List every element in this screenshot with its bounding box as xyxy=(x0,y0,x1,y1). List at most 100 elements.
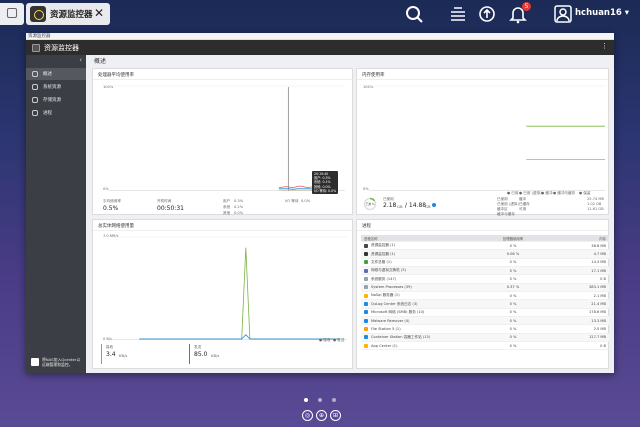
table-row[interactable]: QuLog Center 系统日志 (3) 0 % 21.4 MB xyxy=(361,300,609,309)
process-name: 文件总管 (1) xyxy=(371,259,392,264)
legend-item[interactable]: ● 缓冲与缓存 xyxy=(553,191,575,196)
divider xyxy=(357,79,608,80)
tab-close-button[interactable]: ✕ xyxy=(94,6,104,20)
app-tab-resource-monitor[interactable]: 资源监控器 ✕ xyxy=(26,3,110,25)
stat-io-wait-value: 0.0% xyxy=(301,199,311,203)
network-line-chart xyxy=(111,236,347,340)
send-label: 发送 xyxy=(194,345,202,349)
process-memory-cell: 17.1 MB xyxy=(591,268,606,273)
legend-item[interactable]: ● 已用 xyxy=(507,191,518,196)
qcenter-notice-text: 将NAS加入Qcenter以远端管理和监控。 xyxy=(42,357,81,367)
more-options-icon[interactable]: ⋮ xyxy=(601,42,608,50)
window-titlebar-text: 资源监控器 xyxy=(28,34,51,39)
notification-badge: 5 xyxy=(522,2,531,11)
table-row[interactable]: 系统服务 (147) 0 % 0 B xyxy=(361,275,609,284)
storage-icon xyxy=(32,97,38,103)
table-row[interactable]: NoSql 服务器 (1) 0 % 2.1 MB xyxy=(361,292,609,301)
desktop-menu-button[interactable] xyxy=(0,3,24,25)
info-icon[interactable] xyxy=(432,203,436,207)
window-titlebar[interactable]: 资源监控器 xyxy=(26,33,614,40)
process-name: Malware Remover (4) xyxy=(371,318,410,323)
process-name: 资源监控器 (1) xyxy=(371,251,396,256)
table-row[interactable]: Container Station 容器工作站 (13) 0 % 127.7 MB xyxy=(361,333,609,343)
process-cpu-cell: 0 % xyxy=(509,310,517,315)
process-app-icon xyxy=(364,343,368,348)
table-row[interactable]: App Center (1) 0 % 0 B xyxy=(361,342,609,351)
process-memory-cell: 13.3 MB xyxy=(591,318,606,323)
stat-user-label: 用户 xyxy=(223,199,231,203)
table-row[interactable]: 资源监控器 (1) 0.06 % 4.7 MB xyxy=(361,250,609,259)
page-indicator-dot[interactable] xyxy=(318,398,322,402)
send-stat: 发送 85.0 KB/s xyxy=(189,344,269,364)
table-row[interactable]: Malware Remover (4) 0 % 13.3 MB xyxy=(361,317,609,326)
table-row[interactable]: System Processes (39) 0.37 % 383.1 MB xyxy=(361,283,609,293)
dock-button[interactable]: ⊕ xyxy=(316,410,327,421)
process-memory-cell: 383.1 MB xyxy=(589,285,606,290)
user-icon[interactable] xyxy=(553,4,573,24)
cpu-tooltip: 20:19:40 用户: 0.3% 系统: 0.1% 其他: 0.0% I/O … xyxy=(312,171,339,195)
mem-stat-value: 1.02 GB xyxy=(587,202,602,206)
user-menu[interactable]: hchuan16 ▾ xyxy=(575,8,629,18)
process-app-icon xyxy=(364,302,368,307)
tooltip-line: I/O 等待: 0.0% xyxy=(314,188,337,193)
task-stack-icon[interactable] xyxy=(448,4,468,24)
menu-icon xyxy=(7,8,17,18)
process-table: 进程名称 处理器使用率 内存 资源监控器 (1) 0 % 38.8 MB 资源监控器 … xyxy=(361,235,609,351)
column-header[interactable]: 处理器使用率 xyxy=(481,236,545,241)
column-header[interactable]: 进程名称 xyxy=(361,236,481,241)
process-cpu-cell: 0 % xyxy=(509,243,517,248)
stat-other-value: 0.0% xyxy=(234,211,244,215)
sidebar-item-processes[interactable]: 进程 xyxy=(26,107,86,119)
process-name-cell: Malware Remover (4) xyxy=(361,318,481,323)
recv-value: 3.4 xyxy=(106,351,116,358)
avg-usage-label: 平均使用率 xyxy=(103,199,121,203)
network-usage-card: 总实体网络使用量 7.0 MB/s 0 B/s ● 接收 ● 发送 接收 3.4… xyxy=(92,219,353,369)
card-title: 内存使用率 xyxy=(362,73,385,78)
process-memory-cell: 0 B xyxy=(600,343,606,348)
process-memory-cell: 0 B xyxy=(600,277,606,282)
recv-label: 接收 xyxy=(106,345,114,349)
total-memory-value: / 14.88 xyxy=(405,202,427,209)
process-name: 资源监控器 (1) xyxy=(371,243,396,248)
card-title: 进程 xyxy=(362,224,371,229)
page-indicator-dot[interactable] xyxy=(332,398,336,402)
dock-button[interactable]: ◎ xyxy=(302,410,313,421)
process-cpu-cell: 0.37 % xyxy=(506,285,520,290)
memory-usage-card: 内存使用率 100% 0% ● 已用 ● 已用 (虚拟) ● 缓冲 ● 缓冲与缓… xyxy=(356,68,609,216)
total-memory-unit: GB xyxy=(425,204,431,209)
legend-item[interactable]: ● 接收 xyxy=(319,338,330,343)
table-row[interactable]: 文件总管 (1) 0 % 14.3 MB xyxy=(361,259,609,268)
mem-stat-value: 25.74 MB xyxy=(587,197,604,201)
table-row[interactable]: File Station 5 (1) 0 % 2.5 MB xyxy=(361,325,609,334)
sidebar-item-overview[interactable]: 概述 xyxy=(26,68,86,80)
process-cpu-cell: 0 % xyxy=(509,277,517,282)
table-row[interactable]: 网络与虚拟交换机 (3) 0 % 17.1 MB xyxy=(361,267,609,276)
gauge-label: 已用 % xyxy=(366,203,375,206)
card-title: 处理器平均使用率 xyxy=(98,73,134,78)
legend-item[interactable]: ● 保留 xyxy=(579,191,590,196)
qcenter-notice[interactable]: 将NAS加入Qcenter以远端管理和监控。 xyxy=(28,355,84,369)
dock-button[interactable]: ⊞ xyxy=(330,410,341,421)
search-icon[interactable] xyxy=(404,4,424,24)
column-header[interactable]: 内存 xyxy=(545,236,609,241)
system-resources-icon xyxy=(32,84,38,90)
process-app-icon xyxy=(364,327,368,332)
legend-item[interactable]: ● 发送 xyxy=(333,338,344,343)
mem-stat-value: 11.61 GB xyxy=(587,207,604,211)
legend-item[interactable]: ● 缓冲 xyxy=(541,191,552,196)
sidebar-collapse-icon[interactable]: ‹ xyxy=(79,56,82,64)
process-app-icon xyxy=(364,335,368,340)
table-row[interactable]: 资源监控器 (1) 0 % 38.8 MB xyxy=(361,242,609,251)
process-app-icon xyxy=(364,243,368,248)
table-row[interactable]: Microsoft 网络 (SMB) 服务 (10) 0 % 178.6 MB xyxy=(361,309,609,318)
process-cpu-cell: 0.06 % xyxy=(506,252,520,257)
sidebar-item-label: 系统资源 xyxy=(43,85,61,90)
sidebar-item-storage-resources[interactable]: 存储资源 xyxy=(26,94,86,106)
process-cpu-cell: 0 % xyxy=(509,318,517,323)
process-name: Container Station 容器工作站 (13) xyxy=(371,334,431,339)
page-indicator-dot[interactable] xyxy=(304,398,308,402)
legend-item[interactable]: ● 已用 (虚拟) xyxy=(519,191,542,196)
uptime-value: 00:50:31 xyxy=(157,205,184,212)
sync-icon[interactable] xyxy=(477,4,497,24)
sidebar-item-system-resources[interactable]: 系统资源 xyxy=(26,81,86,93)
